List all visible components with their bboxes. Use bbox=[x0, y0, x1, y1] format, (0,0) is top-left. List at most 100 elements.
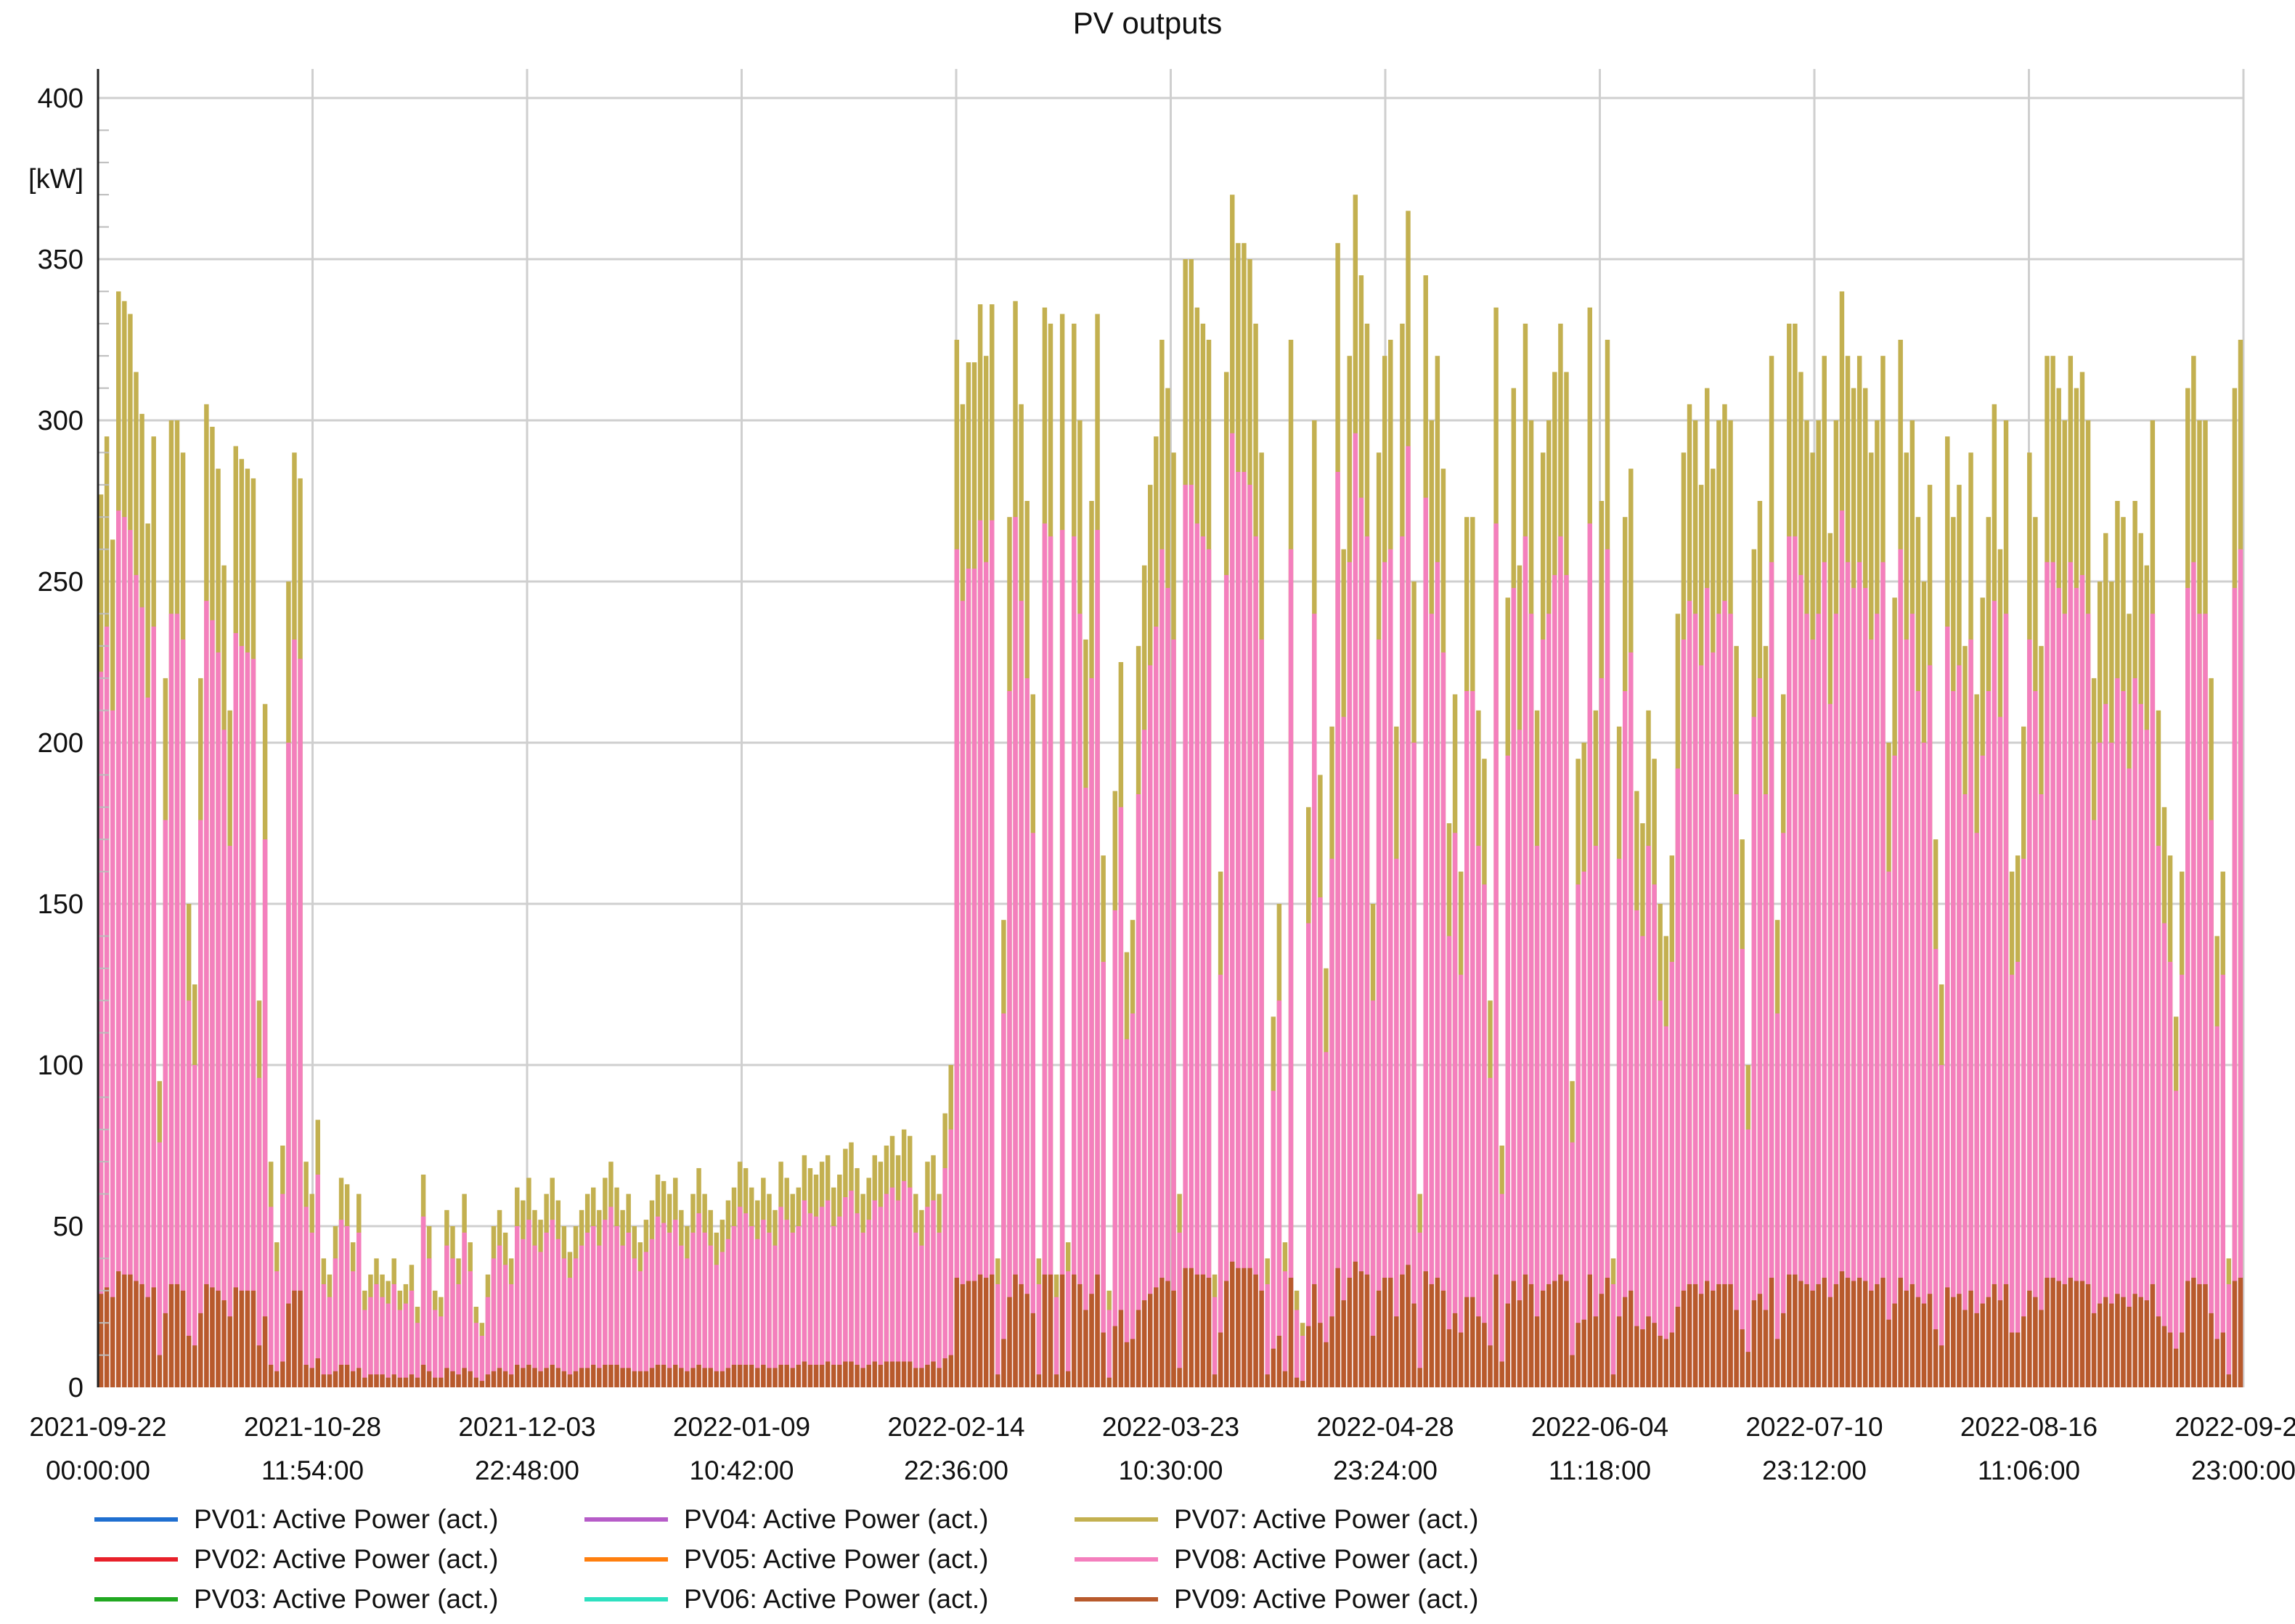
pv08-bar bbox=[807, 1213, 813, 1387]
pv09-bar bbox=[1810, 1290, 1815, 1387]
pv09-bar bbox=[796, 1364, 802, 1387]
pv09-bar bbox=[1411, 1303, 1416, 1387]
pv09-bar bbox=[315, 1358, 320, 1387]
pv08-bar bbox=[1793, 536, 1798, 1387]
pv08-bar bbox=[204, 600, 209, 1387]
pv08-bar bbox=[1159, 549, 1165, 1387]
pv09-bar bbox=[1030, 1313, 1035, 1387]
pv08-bar bbox=[1206, 549, 1212, 1387]
pv09-bar bbox=[98, 1294, 104, 1387]
pv08-bar bbox=[1804, 613, 1809, 1387]
pv08-bar bbox=[1599, 678, 1605, 1387]
pv08-bar bbox=[526, 1220, 531, 1387]
x-tick-time: 23:24:00 bbox=[1333, 1456, 1438, 1485]
pv08-bar bbox=[2115, 678, 2120, 1387]
pv08-bar bbox=[1593, 846, 1599, 1387]
pv08-bar bbox=[1698, 665, 1704, 1387]
pv08-bar bbox=[502, 1265, 508, 1387]
pv08-bar bbox=[925, 1207, 930, 1387]
pv09-bar bbox=[591, 1364, 596, 1387]
legend-item-pv09[interactable]: PV09: Active Power (act.) bbox=[1075, 1581, 1479, 1617]
pv08-bar bbox=[579, 1245, 584, 1387]
pv08-bar bbox=[327, 1297, 333, 1387]
legend-item-pv03[interactable]: PV03: Active Power (act.) bbox=[94, 1581, 499, 1617]
legend-item-pv02[interactable]: PV02: Active Power (act.) bbox=[94, 1541, 499, 1578]
pv08-bar bbox=[584, 1232, 590, 1387]
pv08-bar bbox=[714, 1265, 720, 1387]
y-tick-label: 200 bbox=[38, 728, 83, 759]
pv09-bar bbox=[303, 1364, 309, 1387]
legend-swatch bbox=[94, 1517, 178, 1522]
pv09-bar bbox=[1335, 1268, 1340, 1387]
pv09-bar bbox=[685, 1371, 690, 1387]
pv08-bar bbox=[532, 1245, 537, 1387]
pv08-bar bbox=[1810, 639, 1815, 1388]
legend-item-pv05[interactable]: PV05: Active Power (act.) bbox=[584, 1541, 989, 1578]
legend-item-pv01[interactable]: PV01: Active Power (act.) bbox=[94, 1501, 499, 1538]
pv09-bar bbox=[338, 1364, 344, 1387]
pv09-bar bbox=[139, 1284, 144, 1387]
y-tick-label: 100 bbox=[38, 1050, 83, 1081]
pv09-bar bbox=[1177, 1368, 1182, 1387]
pv09-bar bbox=[696, 1364, 701, 1387]
pv08-bar bbox=[1605, 549, 1610, 1387]
pv08-bar bbox=[690, 1232, 696, 1387]
pv09-bar bbox=[473, 1377, 478, 1387]
pv09-bar bbox=[1024, 1294, 1030, 1387]
pv09-bar bbox=[268, 1364, 274, 1387]
pv08-bar bbox=[802, 1200, 807, 1387]
pv08-bar bbox=[931, 1200, 936, 1387]
pv09-bar bbox=[1663, 1339, 1668, 1387]
legend-label: PV09: Active Power (act.) bbox=[1174, 1584, 1479, 1614]
pv09-bar bbox=[1218, 1332, 1223, 1387]
x-tick-date: 2022-09-21 bbox=[2174, 1412, 2295, 1442]
pv08-bar bbox=[1370, 1000, 1376, 1387]
pv08-bar bbox=[889, 1187, 895, 1387]
pv09-bar bbox=[1681, 1290, 1687, 1387]
legend-swatch bbox=[1075, 1597, 1158, 1601]
legend-item-pv08[interactable]: PV08: Active Power (act.) bbox=[1075, 1541, 1479, 1578]
pv09-bar bbox=[2103, 1297, 2108, 1387]
legend-item-pv06[interactable]: PV06: Active Power (act.) bbox=[584, 1581, 989, 1617]
pv08-bar bbox=[773, 1245, 778, 1387]
pv09-bar bbox=[2039, 1310, 2044, 1387]
pv09-bar bbox=[773, 1368, 778, 1387]
pv09-bar bbox=[233, 1287, 238, 1387]
pv08-bar bbox=[1452, 833, 1458, 1387]
pv09-bar bbox=[256, 1345, 262, 1387]
pv08-bar bbox=[1869, 639, 1874, 1388]
pv08-bar bbox=[356, 1232, 362, 1387]
pv08-bar bbox=[1194, 523, 1200, 1387]
pv09-bar bbox=[1951, 1297, 1956, 1387]
pv08-bar bbox=[544, 1232, 549, 1387]
pv08-bar bbox=[1165, 587, 1170, 1387]
pv08-bar bbox=[1077, 613, 1083, 1387]
pv09-bar bbox=[502, 1371, 508, 1387]
pv09-bar bbox=[937, 1368, 942, 1387]
pv08-bar bbox=[1312, 613, 1317, 1387]
pv08-bar bbox=[221, 730, 227, 1387]
pv08-bar bbox=[942, 1168, 947, 1387]
legend-item-pv04[interactable]: PV04: Active Power (act.) bbox=[584, 1501, 989, 1538]
pv09-bar bbox=[784, 1364, 789, 1387]
pv08-bar bbox=[591, 1226, 596, 1387]
legend-item-pv07[interactable]: PV07: Active Power (act.) bbox=[1075, 1501, 1479, 1538]
pv08-bar bbox=[1863, 587, 1868, 1387]
pv08-bar bbox=[749, 1226, 754, 1387]
pv09-bar bbox=[1013, 1274, 1018, 1387]
x-tick-time: 11:06:00 bbox=[1978, 1456, 2080, 1485]
pv08-bar bbox=[1335, 472, 1340, 1387]
pv09-bar bbox=[1675, 1307, 1681, 1387]
pv09-bar bbox=[1077, 1284, 1083, 1387]
pv08-bar bbox=[2238, 549, 2243, 1387]
pv08-bar bbox=[1945, 627, 1950, 1388]
pv09-bar bbox=[538, 1371, 543, 1387]
pv09-bar bbox=[439, 1377, 444, 1387]
pv09-bar bbox=[942, 1358, 947, 1387]
pv08-bar bbox=[743, 1213, 749, 1387]
pv09-bar bbox=[274, 1371, 280, 1387]
pv09-bar bbox=[1622, 1297, 1628, 1387]
pv08-bar bbox=[2015, 961, 2021, 1387]
pv09-bar bbox=[819, 1364, 825, 1387]
pv09-bar bbox=[1253, 1274, 1258, 1387]
